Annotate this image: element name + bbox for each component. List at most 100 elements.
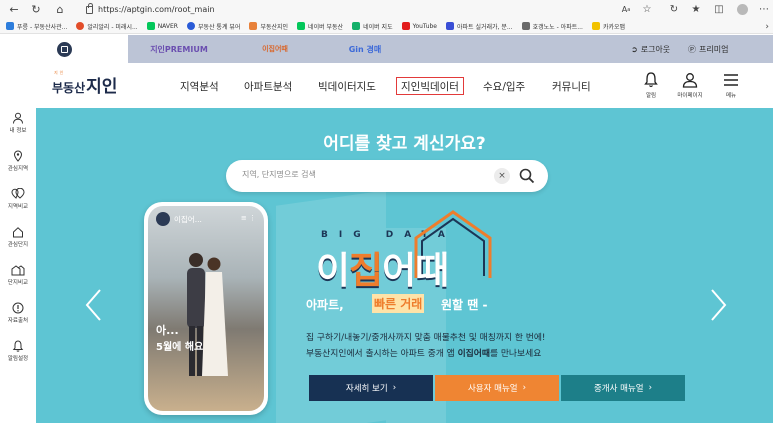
alarm-label: 알림	[645, 93, 657, 99]
bookmark-label: 아파트 실거래가, 분...	[457, 23, 513, 31]
refresh-alt-icon[interactable]: ↻	[665, 0, 683, 19]
search-icon[interactable]	[518, 167, 536, 185]
browser-address-bar: ← ↻ ⌂ https://aptgin.com/root_main Aa ☆ …	[0, 0, 773, 19]
premium-label: 프리미엄	[699, 44, 729, 54]
bookmark-item[interactable]: 네이버 지도	[352, 22, 393, 31]
sidebar-item-region-compare[interactable]: 지역비교	[0, 188, 36, 210]
left-sidebar: 내 정보 관심지역 지역비교 관심단지 단지비교 자료출처 알림설정	[0, 108, 36, 423]
youtube-icon	[401, 22, 410, 30]
carousel-prev-arrow-icon[interactable]	[84, 288, 104, 322]
search-input[interactable]: 지역, 단지명으로 검색	[242, 169, 316, 180]
sidebar-item-label: 내 정보	[9, 128, 27, 134]
service-tab-gin-auction[interactable]: Gin 경매	[320, 35, 410, 63]
bookmark-favicon-icon	[186, 22, 195, 30]
brand-part-b: 집	[349, 249, 383, 292]
user-icon	[682, 73, 698, 88]
sidebar-item-favorite-complex[interactable]: 관심단지	[0, 226, 36, 248]
chevron-right-icon: ›	[522, 383, 527, 393]
sidebar-item-alarm-settings[interactable]: 알림설정	[0, 340, 36, 362]
url-field[interactable]: https://aptgin.com/root_main	[86, 2, 215, 17]
bookmark-favicon-icon	[352, 22, 361, 30]
bookmark-item[interactable]: YouTube	[401, 22, 437, 30]
sidebar-item-complex-compare[interactable]: 단지비교	[0, 264, 36, 286]
phone-caption-1: 아...	[156, 324, 179, 337]
logo-text-b: 지인	[86, 77, 118, 97]
premium-icon: Ⓟ	[688, 44, 696, 54]
bookmark-item[interactable]: 부동산지인	[249, 22, 288, 31]
bookmark-item[interactable]: NAVER	[146, 22, 178, 30]
premium-link[interactable]: Ⓟ 프리미엄	[688, 35, 728, 63]
bookmark-item[interactable]: 카카오맵	[591, 22, 626, 31]
bookmark-label: 부동산지인	[260, 23, 289, 31]
bookmark-label: NAVER	[157, 22, 178, 30]
service-tab-premium[interactable]: 지인PREMIUM	[128, 35, 230, 63]
logout-link[interactable]: ➲ 로그아웃	[631, 35, 670, 63]
alarm-button[interactable]: 알림	[631, 72, 671, 99]
compare-icon	[11, 188, 25, 199]
nav-bigdata-map[interactable]: 빅데이터지도	[318, 77, 376, 95]
nav-gin-bigdata[interactable]: 지인빅데이터	[396, 77, 464, 95]
menu-button[interactable]: 메뉴	[711, 72, 751, 99]
read-aloud-icon[interactable]: Aa	[617, 0, 635, 19]
nav-apartment-analysis[interactable]: 아파트분석	[244, 77, 292, 95]
bookmark-item[interactable]: 알리알리 - 미래시...	[76, 22, 138, 31]
profile-avatar-icon[interactable]	[733, 0, 751, 19]
logout-label: 로그아웃	[640, 44, 671, 54]
sidebar-item-data-source[interactable]: 자료출처	[0, 302, 36, 324]
mypage-button[interactable]: 마이페이지	[670, 72, 710, 99]
more-options-icon[interactable]: ⋯	[755, 0, 773, 19]
service-tab-izipeo[interactable]: 이집어때	[230, 35, 320, 63]
info-icon	[12, 302, 24, 314]
bookmark-item[interactable]: 부동산 통계 뷰어	[186, 22, 240, 31]
nav-region-analysis[interactable]: 지역분석	[180, 77, 219, 95]
clear-search-button[interactable]: ×	[494, 168, 510, 184]
bookmark-favicon-icon	[446, 22, 454, 30]
agent-manual-button[interactable]: 중개사 매뉴얼 ›	[561, 375, 685, 401]
person-icon	[13, 112, 23, 124]
brand-part-a: 이	[316, 249, 350, 292]
agent-manual-label: 중개사 매뉴얼	[593, 384, 644, 394]
bookmarks-overflow-icon[interactable]: ›	[765, 19, 769, 34]
home-icon[interactable]: ⌂	[50, 0, 70, 19]
refresh-icon[interactable]: ↻	[26, 0, 46, 19]
bookmark-favicon-icon	[591, 22, 600, 30]
user-manual-button[interactable]: 사용자 매뉴얼 ›	[435, 375, 559, 401]
bookmark-item[interactable]: 호갱노노 - 아파트...	[521, 22, 583, 31]
favorite-star-icon[interactable]: ☆	[638, 0, 656, 19]
buildings-icon	[11, 265, 25, 276]
bookmark-favicon-icon	[521, 22, 530, 30]
hero-description-2-post: 를 만나보세요	[489, 349, 542, 359]
back-arrow-icon[interactable]: ←	[4, 0, 24, 19]
chevron-right-icon: ›	[648, 383, 653, 393]
sidebar-item-my-info[interactable]: 내 정보	[0, 112, 36, 134]
bookmark-item[interactable]: 푸릉 - 부동산사관...	[6, 22, 67, 31]
site-logo[interactable]: 부동산 지인	[52, 74, 117, 96]
nav-demand-supply[interactable]: 수요/입주	[483, 77, 525, 95]
tagline-highlight: 빠른 거래	[372, 294, 425, 313]
hero-description-2-bold: 이집어때	[457, 349, 490, 359]
nav-community[interactable]: 커뮤니티	[552, 77, 591, 95]
hero-title: 어디를 찾고 계신가요?	[323, 134, 486, 154]
bookmark-label: YouTube	[412, 22, 437, 30]
phone-app-header: 이집어...	[156, 212, 202, 226]
favorites-icon[interactable]: ★	[687, 0, 705, 19]
hero-description-2: 부동산지인에서 출시하는 아파트 중개 앱 이집어때를 만나보세요	[306, 346, 541, 359]
tagline-a: 아파트,	[306, 298, 344, 312]
lock-icon	[86, 2, 93, 14]
sidebar-item-favorite-region[interactable]: 관심지역	[0, 150, 36, 172]
view-details-label: 자세히 보기	[345, 384, 388, 394]
bookmark-item[interactable]: 아파트 실거래가, 분...	[446, 22, 513, 31]
bookmark-item[interactable]: 네이버 부동산	[297, 22, 343, 31]
bookmarks-bar: 푸릉 - 부동산사관... 알리알리 - 미래시... NAVER 부동산 통계…	[0, 19, 773, 34]
phone-app-name: 이집어...	[174, 214, 202, 224]
search-box[interactable]: 지역, 단지명으로 검색 ×	[226, 160, 548, 192]
home-logo-icon	[56, 41, 72, 57]
sidebar-item-label: 지역비교	[7, 204, 29, 210]
view-details-button[interactable]: 자세히 보기 ›	[309, 375, 433, 401]
mypage-label: 마이페이지	[677, 93, 703, 99]
service-tab-home[interactable]	[0, 35, 128, 63]
carousel-next-arrow-icon[interactable]	[708, 288, 728, 322]
bell-icon	[12, 340, 24, 352]
collections-icon[interactable]: ◫	[710, 0, 728, 19]
bookmark-label: 카카오맵	[602, 23, 626, 31]
